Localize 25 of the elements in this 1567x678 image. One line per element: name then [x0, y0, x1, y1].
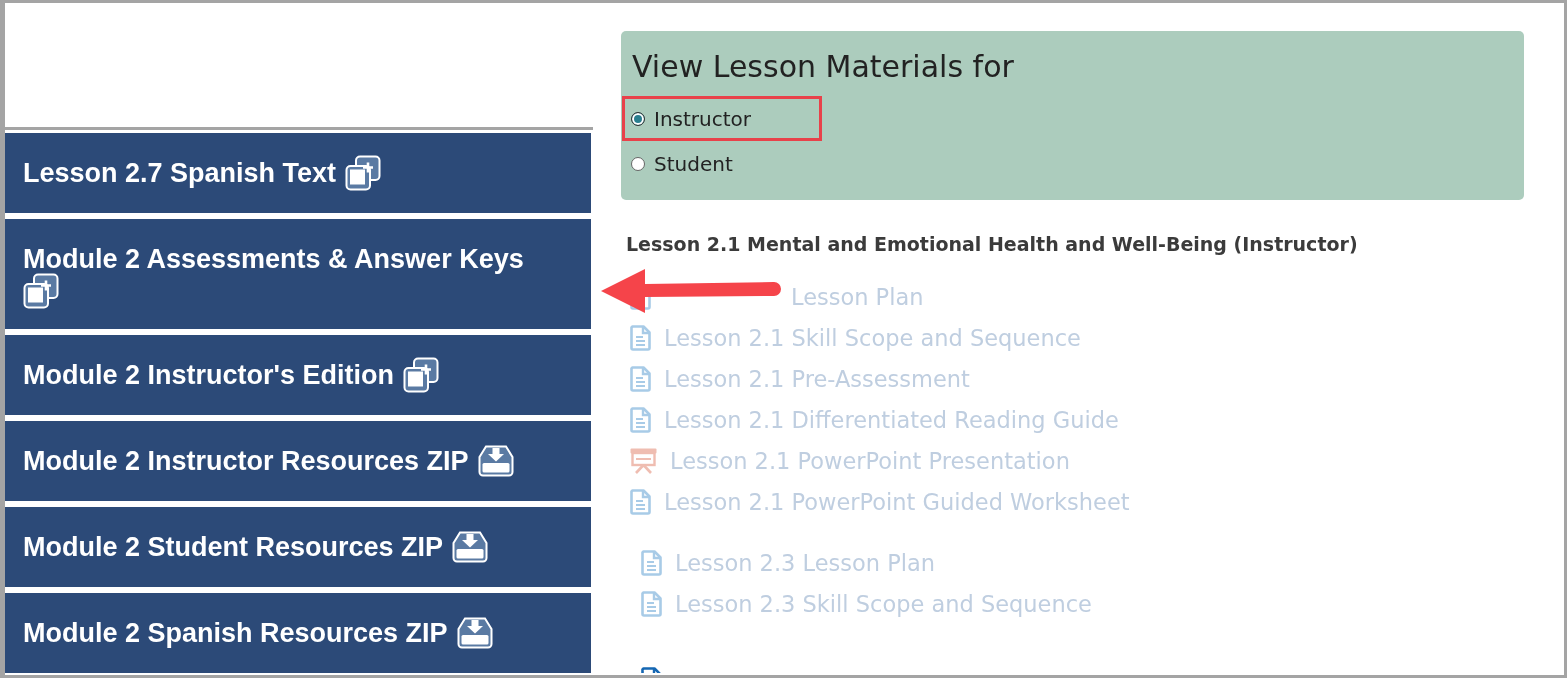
download-tray-icon	[452, 531, 489, 563]
document-icon	[630, 406, 651, 433]
plus-squares-icon	[402, 357, 439, 393]
radio-button[interactable]	[631, 156, 645, 171]
resource-button[interactable]: Module 2 Instructor's Edition	[5, 335, 591, 415]
plus-squares-icon	[23, 273, 59, 309]
resource-button[interactable]: Module 2 Instructor Resources ZIP	[5, 421, 591, 501]
resource-button[interactable]: Module 2 Assessments & Answer Keys	[5, 219, 591, 329]
document-icon	[630, 324, 651, 351]
radio-button[interactable]	[631, 111, 645, 126]
resource-button[interactable]: Module 2 Spanish Resources ZIP	[5, 593, 591, 673]
document-icon	[641, 590, 662, 617]
resource-button[interactable]: Module 2 Student Resources ZIP	[5, 507, 591, 587]
download-tray-icon	[477, 445, 514, 477]
lesson-heading: Lesson 2.1 Mental and Emotional Health and Well-Being (Instructor)	[625, 232, 1359, 257]
panel-title: View Lesson Materials for	[632, 48, 1015, 86]
radio-label[interactable]: Instructor	[654, 105, 752, 132]
resource-button[interactable]: Lesson 2.7 Spanish Text	[5, 133, 591, 213]
plus-squares-icon	[345, 155, 382, 191]
document-icon	[641, 549, 662, 576]
presentation-board-icon	[630, 447, 657, 474]
document-icon	[630, 365, 651, 392]
radio-label[interactable]: Student	[654, 150, 733, 177]
download-tray-icon	[456, 617, 493, 649]
document-icon	[630, 488, 651, 515]
